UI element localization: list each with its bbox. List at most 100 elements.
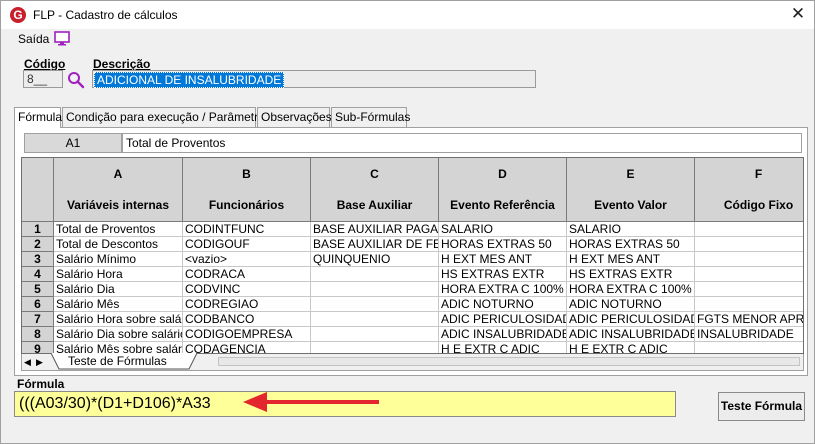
grid-cell[interactable]: CODAGENCIA xyxy=(183,342,311,353)
grid-cell[interactable]: Total de Proventos xyxy=(54,222,183,237)
grid-cell[interactable]: Salário Dia xyxy=(54,282,183,297)
tab-label: Observações xyxy=(261,110,332,124)
grid-cell[interactable]: INSALUBRIDADE xyxy=(695,327,803,342)
grid-cell[interactable]: HORAS EXTRAS 50 xyxy=(439,237,567,252)
tab-execution-conditions[interactable]: Condição para execução / Parâmetros xyxy=(62,107,271,127)
title-bar: G FLP - Cadastro de cálculos ✕ xyxy=(1,1,814,29)
grid-cell[interactable]: H EXT MES ANT xyxy=(567,252,695,267)
grid-cell[interactable]: HORA EXTRA C 100% xyxy=(567,282,695,297)
column-letter: C xyxy=(370,167,379,181)
grid-cell[interactable]: Salário Dia sobre salário xyxy=(54,327,183,342)
grid-cell[interactable] xyxy=(311,327,439,342)
column-header-b[interactable]: B Funcionários xyxy=(183,158,311,222)
column-header-a[interactable]: A Variáveis internas xyxy=(54,158,183,222)
grid-cell[interactable] xyxy=(695,222,803,237)
grid-cell[interactable]: BASE AUXILIAR DE FERIAS xyxy=(311,237,439,252)
grid-cell[interactable]: Salário Mês xyxy=(54,297,183,312)
grid-cell[interactable] xyxy=(695,267,803,282)
grid-cell[interactable]: ADIC NOTURNO xyxy=(439,297,567,312)
annotation-arrow xyxy=(243,392,379,412)
column-letter: D xyxy=(498,167,507,181)
grid-cell[interactable]: ADIC INSALUBRIDADE xyxy=(567,327,695,342)
grid-cell[interactable]: CODINTFUNC xyxy=(183,222,311,237)
sheet-tab-bar: ◀ ▶ Teste de Fórmulas xyxy=(21,353,804,371)
window-title: FLP - Cadastro de cálculos xyxy=(33,8,178,22)
close-button[interactable]: ✕ xyxy=(790,5,806,22)
row-number[interactable]: 8 xyxy=(22,327,54,342)
grid-cell[interactable]: CODVINC xyxy=(183,282,311,297)
grid-cell[interactable]: <vazio> xyxy=(183,252,311,267)
app-window: G FLP - Cadastro de cálculos ✕ Saída Cód… xyxy=(0,0,815,444)
grid-cell[interactable] xyxy=(695,342,803,353)
grid-cell[interactable]: CODRACA xyxy=(183,267,311,282)
grid-cell[interactable] xyxy=(695,282,803,297)
grid-cell[interactable]: HS EXTRAS EXTR xyxy=(567,267,695,282)
code-label: Código xyxy=(24,57,66,71)
grid-cell[interactable] xyxy=(311,282,439,297)
column-letter: E xyxy=(626,167,635,181)
grid-cell[interactable]: CODREGIAO xyxy=(183,297,311,312)
row-number[interactable]: 2 xyxy=(22,237,54,252)
tab-formula[interactable]: Fórmula xyxy=(14,107,62,128)
grid-cell[interactable]: ADIC PERICULOSIDADE xyxy=(439,312,567,327)
grid-cell[interactable]: ADIC PERICULOSIDADE xyxy=(567,312,695,327)
grid-cell[interactable]: CODBANCO xyxy=(183,312,311,327)
grid-cell[interactable]: H E EXTR C ADIC xyxy=(567,342,695,353)
sheet-tab-teste-de-formulas[interactable]: Teste de Fórmulas xyxy=(50,353,198,370)
sheet-tab-label: Teste de Fórmulas xyxy=(68,354,167,368)
grid-corner[interactable] xyxy=(22,158,54,222)
cell-value-field[interactable]: Total de Proventos xyxy=(122,133,802,153)
grid-cell[interactable]: ADIC NOTURNO xyxy=(567,297,695,312)
grid-cell[interactable]: HS EXTRAS EXTR xyxy=(439,267,567,282)
grid-cell[interactable]: HORA EXTRA C 100% xyxy=(439,282,567,297)
column-header-f[interactable]: F Código Fixo xyxy=(695,158,803,222)
grid-cell[interactable]: Salário Mínimo xyxy=(54,252,183,267)
tab-observations[interactable]: Observações xyxy=(257,107,332,127)
grid-cell[interactable] xyxy=(311,297,439,312)
grid-cell[interactable]: QUINQUENIO xyxy=(311,252,439,267)
description-value: ADICIONAL DE INSALUBRIDADE xyxy=(94,72,285,88)
grid-cell[interactable]: BASE AUXILIAR PAGAMENTO xyxy=(311,222,439,237)
grid-cell[interactable] xyxy=(311,267,439,282)
row-number[interactable]: 6 xyxy=(22,297,54,312)
grid-cell[interactable]: SALARIO xyxy=(439,222,567,237)
grid-cell[interactable]: Total de Descontos xyxy=(54,237,183,252)
sheet-next-icon[interactable]: ▶ xyxy=(36,357,43,368)
grid-cell[interactable] xyxy=(311,342,439,353)
grid-cell[interactable]: HORAS EXTRAS 50 xyxy=(567,237,695,252)
column-header-e[interactable]: E Evento Valor xyxy=(567,158,695,222)
exit-menu-label[interactable]: Saída xyxy=(18,32,49,46)
column-letter: A xyxy=(113,167,123,181)
row-number[interactable]: 1 xyxy=(22,222,54,237)
horizontal-scrollbar[interactable] xyxy=(218,357,800,366)
tab-sub-formulas[interactable]: Sub-Fórmulas xyxy=(331,107,410,127)
grid-cell[interactable]: ADIC INSALUBRIDADE xyxy=(439,327,567,342)
grid-cell[interactable] xyxy=(695,237,803,252)
grid-cell[interactable]: CODIGOUF xyxy=(183,237,311,252)
column-name: Base Auxiliar xyxy=(336,198,413,212)
grid-cell[interactable]: FGTS MENOR APRENDIZ xyxy=(695,312,803,327)
monitor-icon[interactable] xyxy=(54,31,70,49)
grid-cell[interactable] xyxy=(695,297,803,312)
sheet-prev-icon[interactable]: ◀ xyxy=(24,357,31,368)
grid-cell[interactable]: H E EXTR C ADIC xyxy=(439,342,567,353)
description-field[interactable]: ADICIONAL DE INSALUBRIDADE xyxy=(92,70,536,88)
row-number[interactable]: 4 xyxy=(22,267,54,282)
grid-cell[interactable]: CODIGOEMPRESA xyxy=(183,327,311,342)
grid-cell[interactable]: Salário Hora sobre salário xyxy=(54,312,183,327)
grid-cell[interactable]: SALARIO xyxy=(567,222,695,237)
column-header-d[interactable]: D Evento Referência xyxy=(439,158,567,222)
spreadsheet-grid[interactable]: A Variáveis internas B Funcionários C Base … xyxy=(21,157,804,354)
row-number[interactable]: 5 xyxy=(22,282,54,297)
grid-cell[interactable]: Salário Hora xyxy=(54,267,183,282)
search-icon[interactable] xyxy=(67,71,85,92)
grid-cell[interactable] xyxy=(695,252,803,267)
column-name: Evento Referência xyxy=(450,198,555,212)
grid-cell[interactable] xyxy=(311,312,439,327)
row-number[interactable]: 7 xyxy=(22,312,54,327)
code-field[interactable]: 8__ xyxy=(23,70,63,88)
column-header-c[interactable]: C Base Auxiliar xyxy=(311,158,439,222)
test-formula-button[interactable]: Teste Fórmula xyxy=(718,392,805,421)
grid-cell[interactable]: H EXT MES ANT xyxy=(439,252,567,267)
row-number[interactable]: 3 xyxy=(22,252,54,267)
